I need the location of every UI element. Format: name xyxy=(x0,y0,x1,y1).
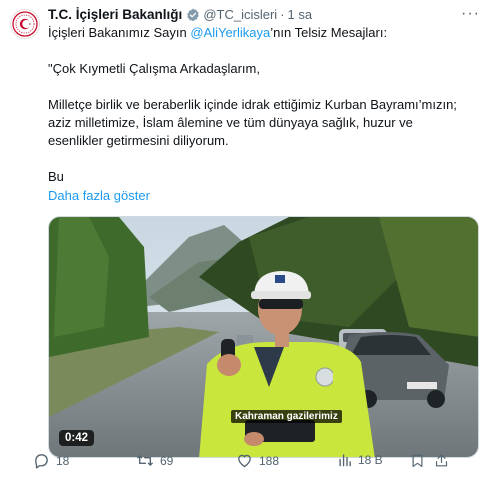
repost-count: 69 xyxy=(160,453,174,468)
timestamp[interactable]: 1 sa xyxy=(288,7,313,22)
reply-button[interactable]: 18 xyxy=(33,452,69,469)
share-button[interactable] xyxy=(434,452,449,469)
mention-link[interactable]: @AliYerlikaya xyxy=(190,25,270,40)
text-intro: İçişleri Bakanımız Sayın xyxy=(48,25,191,40)
video-caption: Kahraman gazilerimiz xyxy=(231,410,342,423)
analytics-icon xyxy=(339,454,351,467)
share-icon xyxy=(435,454,448,467)
reply-icon xyxy=(35,454,48,469)
text-paragraph-2: Milletçe birlik ve beraberlik içinde idr… xyxy=(48,97,457,148)
reply-count: 18 xyxy=(56,453,70,468)
repost-button[interactable]: 69 xyxy=(136,452,173,469)
text-paragraph-1: "Çok Kıymetli Çalışma Arkadaşlarım, xyxy=(48,61,260,76)
more-options-button[interactable]: ··· xyxy=(461,6,480,22)
bookmark-icon xyxy=(412,454,423,468)
video-player[interactable]: Kahraman gazilerimiz 0:42 xyxy=(48,216,479,458)
show-more-link[interactable]: Daha fazla göster xyxy=(48,187,484,205)
avatar[interactable] xyxy=(10,9,40,39)
heart-icon xyxy=(238,454,251,468)
text-paragraph-3: Bu xyxy=(48,169,64,184)
tweet-text: İçişleri Bakanımız Sayın @AliYerlikaya’n… xyxy=(48,24,484,186)
author-name[interactable]: T.C. İçişleri Bakanlığı xyxy=(48,7,182,22)
tweet[interactable]: T.C. İçişleri Bakanlığı @TC_icisleri · 1… xyxy=(0,0,494,484)
bookmark-button[interactable] xyxy=(410,452,425,469)
like-count: 188 xyxy=(259,453,280,468)
view-count: 18 B xyxy=(358,453,383,467)
tweet-header: T.C. İçişleri Bakanlığı @TC_icisleri · 1… xyxy=(48,6,484,23)
verified-badge-icon xyxy=(186,8,200,22)
video-duration: 0:42 xyxy=(59,430,95,446)
tweet-actions: 18 69 188 18 B xyxy=(0,448,449,472)
text-intro-suffix: ’nın Telsiz Mesajları: xyxy=(270,25,388,40)
views-button[interactable]: 18 B xyxy=(337,452,383,468)
repost-icon xyxy=(137,455,153,466)
like-button[interactable]: 188 xyxy=(236,452,279,469)
separator-dot: · xyxy=(280,7,285,22)
ministry-emblem-icon xyxy=(12,11,38,37)
author-handle[interactable]: @TC_icisleri xyxy=(203,7,277,22)
